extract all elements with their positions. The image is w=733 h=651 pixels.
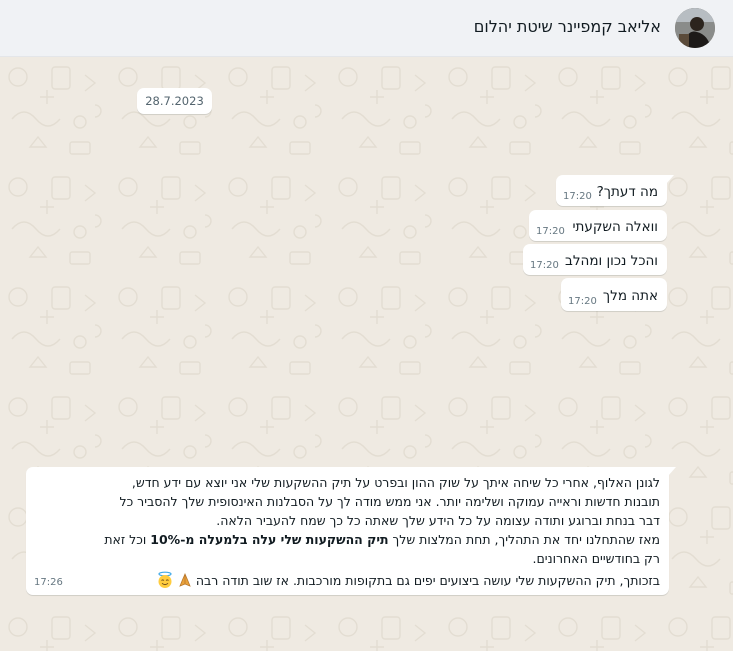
- message-line: בזכותך, תיק ההשקעות שלי עושה ביצועים יפי…: [156, 571, 660, 592]
- message-text: והכל נכון ומהלב: [565, 253, 658, 269]
- message-bubble[interactable]: מה דעתך? 17:20: [556, 175, 674, 206]
- contact-name[interactable]: אליאב קמפיינר שיטת יהלום: [474, 17, 661, 36]
- message-text: וכל זאת: [104, 532, 151, 547]
- message-text: וואלה השקעתי: [572, 219, 658, 235]
- message-bubble[interactable]: וואלה השקעתי 17:20: [529, 210, 667, 241]
- message-bubble[interactable]: אתה מלך 17:20: [561, 278, 667, 311]
- message-time: 17:20: [568, 296, 597, 307]
- message-bubble[interactable]: והכל נכון ומהלב 17:20: [523, 244, 667, 275]
- smiling-face-with-halo-emoji: [156, 571, 174, 592]
- message-time: 17:26: [34, 577, 63, 588]
- message-text: בזכותך, תיק ההשקעות שלי עושה ביצועים יפי…: [195, 573, 660, 588]
- message-bold-text: תיק ההשקעות שלי עלה בלמעלה מ-10%: [150, 532, 389, 547]
- date-chip: 28.7.2023: [137, 88, 212, 114]
- avatar[interactable]: [675, 8, 715, 48]
- message-time: 17:20: [563, 191, 592, 202]
- message-text: אתה מלך: [602, 288, 658, 304]
- message-time: 17:20: [530, 260, 559, 271]
- message-line: לגונן האלוף, אחרי כל שיחה איתך על שוק הה…: [131, 475, 660, 490]
- message-line: דבר בנחת וברוגע ותודה עצומה על כל הידע ש…: [216, 513, 660, 528]
- message-line: מאז שהתחלנו יחד את התהליך, תחת המלצות של…: [104, 532, 660, 547]
- message-line: תובנות חדשות וראייה עמוקה ושלימה יותר. א…: [119, 494, 660, 509]
- chat-header: אליאב קמפיינר שיטת יהלום: [0, 0, 733, 57]
- long-message-bubble[interactable]: לגונן האלוף, אחרי כל שיחה איתך על שוק הה…: [26, 467, 676, 595]
- message-line: רק בחודשיים האחרונים.: [532, 551, 660, 566]
- chat-area: 28.7.2023 מה דעתך? 17:20 וואלה השקעתי 17…: [0, 57, 733, 651]
- message-text: מה דעתך?: [596, 184, 658, 200]
- message-time: 17:20: [536, 226, 565, 237]
- contact-photo-icon: [675, 8, 715, 48]
- message-text: מאז שהתחלנו יחד את התהליך, תחת המלצות של…: [388, 532, 660, 547]
- folded-hands-emoji: [177, 572, 193, 591]
